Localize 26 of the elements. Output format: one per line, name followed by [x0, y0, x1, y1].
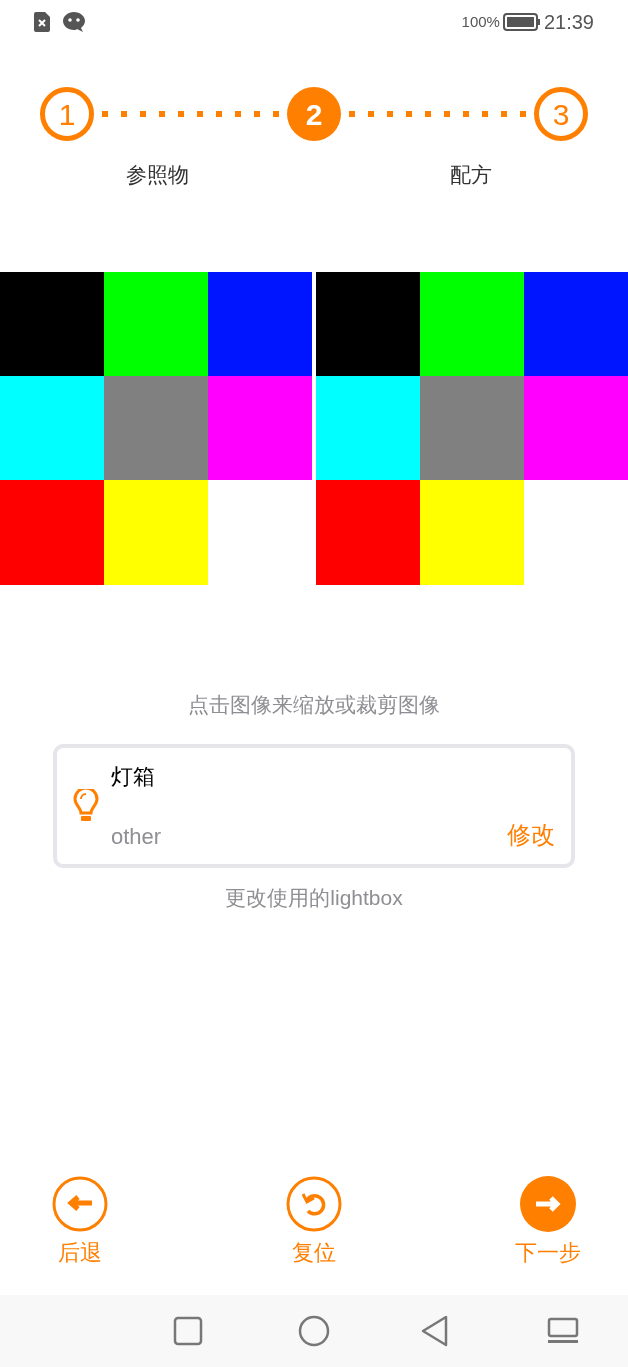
- light-bulb-icon: [73, 789, 99, 823]
- sim-card-icon: [34, 12, 50, 32]
- recent-apps-icon[interactable]: [173, 1316, 203, 1346]
- home-icon[interactable]: [298, 1315, 330, 1347]
- reset-icon: [286, 1176, 342, 1232]
- step-indicator: 3: [534, 87, 588, 141]
- keyboard-toggle-icon[interactable]: [547, 1317, 579, 1345]
- battery-icon: [502, 13, 541, 31]
- clock-time: 21:39: [543, 10, 594, 35]
- reset-action-button[interactable]: 复位: [286, 1176, 342, 1269]
- step-label: 配方: [450, 162, 492, 188]
- battery-percent: 100%: [461, 11, 500, 32]
- color-chart-image[interactable]: [0, 271, 312, 585]
- caption-text: 更改使用的lightbox: [225, 885, 403, 911]
- chat-bubble-icon: [62, 11, 86, 33]
- back-action-button[interactable]: 后退: [51, 1176, 108, 1269]
- step-label: 参照物: [125, 162, 189, 188]
- modify-link[interactable]: 修改: [507, 816, 555, 853]
- step-indicator: 1: [40, 87, 94, 141]
- back-icon[interactable]: [421, 1315, 449, 1347]
- card-title: 灯箱: [111, 762, 155, 791]
- step-indicator: 2: [287, 87, 341, 141]
- next-action-button[interactable]: 下一步: [515, 1176, 582, 1269]
- card-value: other: [111, 822, 162, 851]
- color-chart-image[interactable]: [316, 271, 628, 585]
- hint-text: 点击图像来缩放或裁剪图像: [188, 691, 440, 718]
